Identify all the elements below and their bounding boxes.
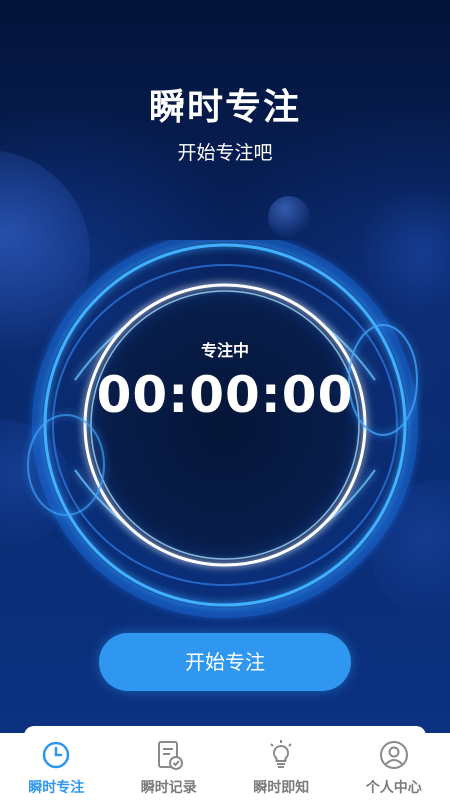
tab-label: 瞬时记录: [140, 780, 197, 796]
timer-display: 00:00:00: [96, 366, 354, 424]
user-profile-icon: [379, 741, 408, 769]
tab-label: 瞬时专注: [28, 780, 85, 796]
bottom-tab-bar: 瞬时专注 瞬时记录 瞬时即知 个人中心: [0, 733, 450, 800]
record-document-icon: [157, 741, 183, 770]
page-title: 瞬时专注: [148, 87, 301, 128]
timer-status-label: 专注中: [200, 341, 249, 360]
tab-label: 个人中心: [365, 780, 422, 796]
tab-focus[interactable]: 瞬时专注: [0, 733, 113, 800]
tab-records[interactable]: 瞬时记录: [113, 733, 226, 800]
lightbulb-icon: [270, 740, 292, 768]
background-bubble: [268, 196, 310, 238]
page-subtitle: 开始专注吧: [177, 142, 273, 164]
glowing-timer-ring: [27, 240, 418, 618]
tab-label: 瞬时即知: [253, 780, 310, 796]
clock-icon: [43, 741, 70, 769]
tab-profile[interactable]: 个人中心: [338, 733, 450, 800]
focus-screen: 瞬时专注 开始专注吧 专注中 00:00:00 开始专注: [0, 0, 450, 733]
tab-knowledge[interactable]: 瞬时即知: [225, 733, 338, 800]
start-focus-button[interactable]: 开始专注: [99, 633, 351, 691]
